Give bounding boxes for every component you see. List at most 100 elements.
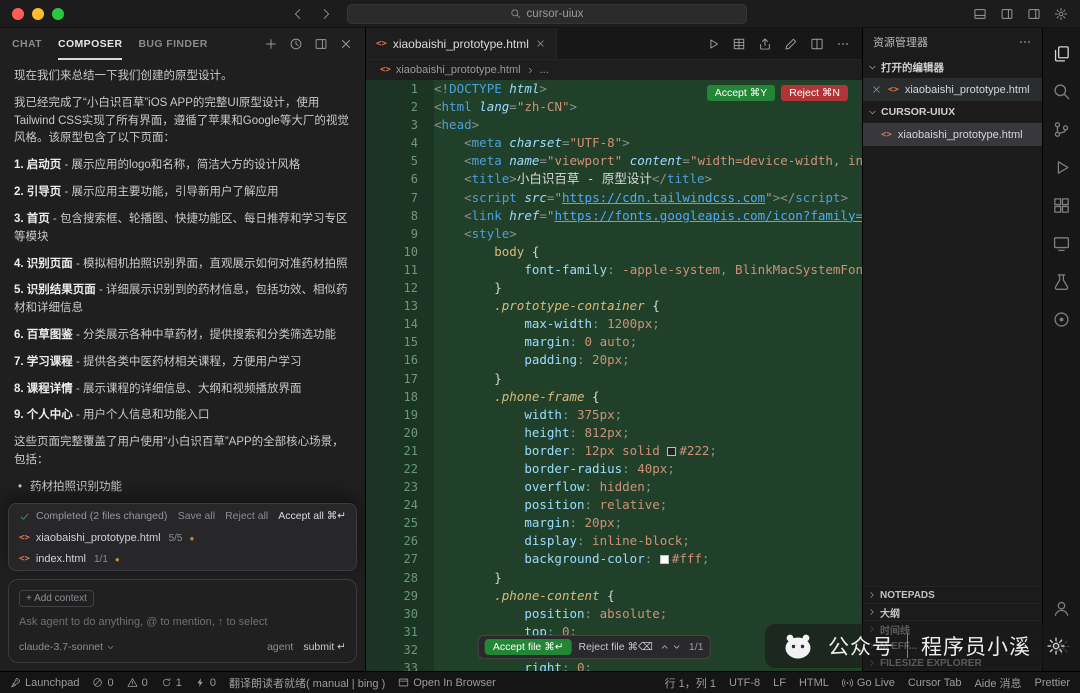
settings-gear-icon[interactable] xyxy=(1054,7,1068,21)
status-cursor-position[interactable]: 行 1，列 1 xyxy=(665,675,716,691)
accept-file-button[interactable]: Accept file ⌘↵ xyxy=(485,639,572,655)
model-selector[interactable]: claude-3.7-sonnet xyxy=(19,641,115,653)
status-cursor-tab[interactable]: Cursor Tab xyxy=(908,677,962,689)
status-translator[interactable]: 翻译朗读者就绪( manual | bing ) xyxy=(229,675,385,691)
code-line[interactable]: 20 height: 812px; xyxy=(366,424,862,442)
add-context-chip[interactable]: + Add context xyxy=(19,590,94,607)
agent-mode-selector[interactable]: agent xyxy=(267,641,293,653)
next-change-icon[interactable] xyxy=(672,642,682,652)
new-chat-icon[interactable] xyxy=(264,37,278,51)
code-line[interactable]: 9 <style> xyxy=(366,225,862,243)
tab-bug-finder[interactable]: BUG FINDER xyxy=(138,28,207,60)
accept-diff-button[interactable]: Accept ⌘Y xyxy=(707,85,776,101)
breadcrumb-more[interactable]: ... xyxy=(540,64,549,76)
close-panel-icon[interactable] xyxy=(339,37,353,51)
open-preview-icon[interactable] xyxy=(758,37,772,51)
code-line[interactable]: 13 .prototype-container { xyxy=(366,297,862,315)
flask-activity-button[interactable] xyxy=(1043,262,1080,300)
code-line[interactable]: 27 background-color: #fff; xyxy=(366,550,862,568)
close-tab-icon[interactable] xyxy=(535,38,546,49)
status-warnings[interactable]: 0 xyxy=(127,677,148,689)
status-prettier[interactable]: Prettier xyxy=(1035,677,1070,689)
code-line[interactable]: 7 <script src="https://cdn.tailwindcss.c… xyxy=(366,189,862,207)
remote-activity-button[interactable] xyxy=(1043,224,1080,262)
code-line[interactable]: 11 font-family: -apple-system, BlinkMacS… xyxy=(366,261,862,279)
status-aide[interactable]: Aide 消息 xyxy=(974,675,1021,691)
accept-all-button[interactable]: Accept all ⌘↵ xyxy=(278,510,346,522)
code-line[interactable]: 29 .phone-content { xyxy=(366,587,862,605)
chat-input[interactable] xyxy=(19,616,346,628)
code-line[interactable]: 26 display: inline-block; xyxy=(366,532,862,550)
customize-layout-icon[interactable] xyxy=(1000,7,1014,21)
tab-chat[interactable]: CHAT xyxy=(12,28,42,60)
code-line[interactable]: 24 position: relative; xyxy=(366,496,862,514)
code-editor[interactable]: Accept ⌘Y Reject ⌘N 1<!DOCTYPE html>2<ht… xyxy=(366,80,862,671)
minimize-window-button[interactable] xyxy=(32,8,44,20)
open-editor-item[interactable]: <> xiaobaishi_prototype.html xyxy=(863,78,1042,101)
debug-activity-button[interactable] xyxy=(1043,148,1080,186)
more-actions-icon[interactable] xyxy=(836,37,850,51)
explorer-section-大纲[interactable]: 大纲 xyxy=(863,603,1042,620)
prev-change-icon[interactable] xyxy=(660,642,670,652)
status-sync[interactable]: 1 xyxy=(161,677,182,689)
copy-activity-button[interactable] xyxy=(1043,34,1080,72)
target-activity-button[interactable] xyxy=(1043,300,1080,338)
breadcrumb[interactable]: <> xiaobaishi_prototype.html ... xyxy=(366,60,862,80)
code-line[interactable]: 23 overflow: hidden; xyxy=(366,478,862,496)
reject-all-button[interactable]: Reject all xyxy=(225,510,268,522)
run-icon[interactable] xyxy=(706,37,720,51)
tab-composer[interactable]: COMPOSER xyxy=(58,28,122,60)
code-line[interactable]: 22 border-radius: 40px; xyxy=(366,460,862,478)
split-editor-icon[interactable] xyxy=(810,37,824,51)
open-editors-header[interactable]: 打开的编辑器 xyxy=(863,56,1042,78)
code-line[interactable]: 16 padding: 20px; xyxy=(366,351,862,369)
grid-icon[interactable] xyxy=(732,37,746,51)
close-window-button[interactable] xyxy=(12,8,24,20)
code-line[interactable]: 28 } xyxy=(366,569,862,587)
code-line[interactable]: 21 border: 12px solid #222; xyxy=(366,442,862,460)
extensions-activity-button[interactable] xyxy=(1043,186,1080,224)
code-line[interactable]: 3<head> xyxy=(366,116,862,134)
navigate-back-icon[interactable] xyxy=(291,7,305,21)
submit-button[interactable]: submit ↵ xyxy=(303,641,346,653)
source-control-activity-button[interactable] xyxy=(1043,110,1080,148)
changed-file-row[interactable]: <>index.html1/1● xyxy=(9,549,356,570)
status-language-mode[interactable]: HTML xyxy=(799,677,829,689)
status-errors[interactable]: 0 xyxy=(92,677,113,689)
code-line[interactable]: 15 margin: 0 auto; xyxy=(366,333,862,351)
code-line[interactable]: 18 .phone-frame { xyxy=(366,388,862,406)
code-line[interactable]: 19 width: 375px; xyxy=(366,406,862,424)
status-launchpad[interactable]: Launchpad xyxy=(10,677,79,689)
workspace-header[interactable]: CURSOR-UIUX xyxy=(863,101,1042,123)
code-line[interactable]: 14 max-width: 1200px; xyxy=(366,315,862,333)
status-go-live[interactable]: Go Live xyxy=(842,677,895,689)
code-line[interactable]: 5 <meta name="viewport" content="width=d… xyxy=(366,152,862,170)
explorer-section-notepads[interactable]: NOTEPADS xyxy=(863,586,1042,603)
file-tree-item[interactable]: <> xiaobaishi_prototype.html xyxy=(863,123,1042,146)
status-open-in-browser[interactable]: Open In Browser xyxy=(398,677,496,689)
open-in-editor-icon[interactable] xyxy=(314,37,328,51)
chat-input-box[interactable]: + Add context claude-3.7-sonnet agent su… xyxy=(8,579,357,663)
navigate-forward-icon[interactable] xyxy=(319,7,333,21)
code-line[interactable]: 12 } xyxy=(366,279,862,297)
reject-file-button[interactable]: Reject file ⌘⌫ xyxy=(578,641,652,653)
breadcrumb-file[interactable]: xiaobaishi_prototype.html xyxy=(396,64,521,76)
reject-diff-button[interactable]: Reject ⌘N xyxy=(781,85,848,101)
history-icon[interactable] xyxy=(289,37,303,51)
status-encoding[interactable]: UTF-8 xyxy=(729,677,760,689)
search-activity-button[interactable] xyxy=(1043,72,1080,110)
changed-file-row[interactable]: <>xiaobaishi_prototype.html5/5● xyxy=(9,528,356,549)
toggle-secondary-sidebar-icon[interactable] xyxy=(1027,7,1041,21)
account-activity-button[interactable] xyxy=(1043,589,1080,627)
toggle-panel-icon[interactable] xyxy=(973,7,987,21)
zoom-window-button[interactable] xyxy=(52,8,64,20)
status-ports[interactable]: 0 xyxy=(195,677,216,689)
save-all-button[interactable]: Save all xyxy=(178,510,215,522)
code-line[interactable]: 17 } xyxy=(366,370,862,388)
code-line[interactable]: 30 position: absolute; xyxy=(366,605,862,623)
close-editor-icon[interactable] xyxy=(871,84,882,95)
code-line[interactable]: 8 <link href="https://fonts.googleapis.c… xyxy=(366,207,862,225)
code-line[interactable]: 25 margin: 20px; xyxy=(366,514,862,532)
code-line[interactable]: 6 <title>小白识百草 - 原型设计</title> xyxy=(366,170,862,188)
tab-xiaobaishi-prototype[interactable]: <> xiaobaishi_prototype.html xyxy=(366,28,557,59)
